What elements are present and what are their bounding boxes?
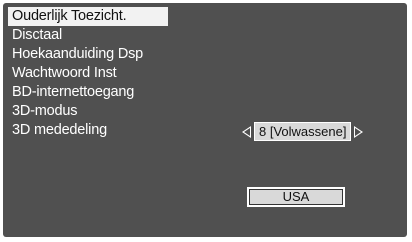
parental-level-selector[interactable]: 8 [Volwassene]: [242, 122, 364, 141]
left-arrow-icon[interactable]: [242, 125, 251, 138]
right-arrow-icon[interactable]: [354, 125, 364, 138]
menu-item-3d-mode[interactable]: 3D-modus: [8, 102, 168, 121]
settings-menu: Ouderlijk Toezicht. Disctaal Hoekaanduid…: [8, 7, 168, 140]
country-code-button[interactable]: USA: [247, 187, 345, 207]
menu-item-disc-language[interactable]: Disctaal: [8, 26, 168, 45]
country-code-value: USA: [249, 189, 343, 205]
menu-item-angle-mark-display[interactable]: Hoekaanduiding Dsp: [8, 45, 168, 64]
menu-item-parental-control[interactable]: Ouderlijk Toezicht.: [8, 7, 168, 26]
menu-item-bd-internet-access[interactable]: BD-internettoegang: [8, 83, 168, 102]
menu-item-3d-notice[interactable]: 3D mededeling: [8, 121, 168, 140]
menu-item-password-setting[interactable]: Wachtwoord Inst: [8, 64, 168, 83]
tv-frame: Ouderlijk Toezicht. Disctaal Hoekaanduid…: [0, 0, 412, 242]
parental-level-value: 8 [Volwassene]: [254, 122, 352, 141]
settings-screen: Ouderlijk Toezicht. Disctaal Hoekaanduid…: [3, 3, 407, 237]
